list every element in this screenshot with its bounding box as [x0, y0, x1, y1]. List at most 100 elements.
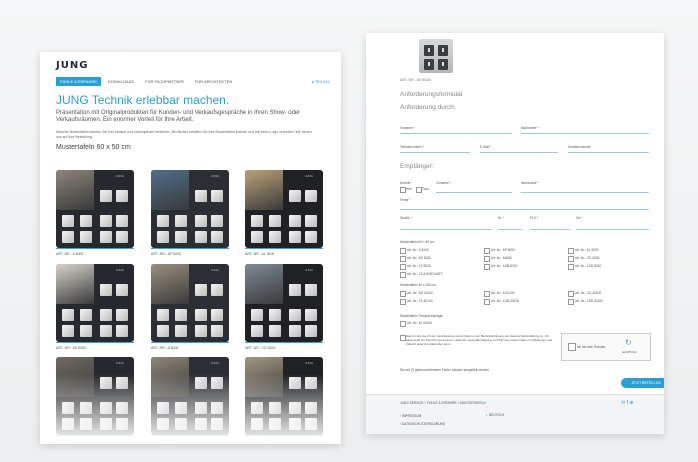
facebook-icon[interactable]: f: [627, 400, 628, 406]
order-checkbox[interactable]: [568, 264, 574, 270]
input-email[interactable]: [480, 152, 558, 153]
interior-photo: [151, 264, 189, 304]
product-image: JUNG: [56, 264, 134, 342]
order-checkbox-label: Art.-Nr.: AL 5000: [575, 248, 599, 252]
order-checkbox-label: Art.-Nr.: A5000: [491, 256, 512, 260]
product-art-number: ART.-NR.: CD 5000: [245, 346, 276, 350]
order-checkbox-label: Art.-Nr.: DI 40100: [407, 321, 432, 325]
order-checkbox[interactable]: [400, 272, 406, 278]
product-card[interactable]: JUNG ART.-NR.: AP 5000: [151, 170, 229, 256]
switch-sample: [211, 215, 223, 227]
submit-order-button[interactable]: JETZT BESTELLEN: [621, 378, 664, 388]
switch-sample: [116, 215, 128, 227]
order-checkbox[interactable]: [400, 256, 406, 262]
share-icon[interactable]: ⟲: [621, 400, 625, 406]
switch-sample: [211, 190, 223, 202]
group1-title: Mustertafeln 60 x 50 cm:: [400, 240, 435, 244]
input-telefon[interactable]: [400, 152, 470, 153]
product-brand-mark: JUNG: [304, 361, 313, 365]
request-by-heading: Anforderung durch:: [400, 104, 456, 111]
order-checkbox[interactable]: [568, 291, 574, 297]
switch-sample: [289, 309, 301, 321]
input-recipient-nachname[interactable]: [521, 192, 649, 193]
product-image: JUNG: [245, 264, 323, 342]
order-checkbox-label: Art.-Nr.: A 5000: [407, 248, 429, 252]
input-firma[interactable]: [400, 209, 649, 210]
order-checkbox[interactable]: [484, 299, 490, 305]
label-nachname: Nachname *: [521, 126, 539, 130]
product-page-preview: JUNG FÜHLE & ERFAHRE DOWNLOADS FÜR FACHP…: [40, 52, 341, 444]
label-herr: Herr: [406, 187, 413, 191]
language-selector[interactable]: ◐ DEUTSCH: [486, 413, 504, 417]
order-checkbox[interactable]: [400, 321, 406, 327]
switch-sample: [305, 325, 317, 337]
product-card[interactable]: JUNG ART.-NR.: CD 5000: [245, 264, 323, 350]
card-divider: [151, 248, 229, 249]
language-label: DEUTSCH: [488, 413, 505, 417]
order-checkbox[interactable]: [568, 299, 574, 305]
order-checkbox[interactable]: [484, 264, 490, 270]
switch-sample: [269, 309, 281, 321]
jung-logo[interactable]: JUNG: [56, 60, 88, 71]
recaptcha-label: Ich bin kein Roboter.: [577, 345, 607, 349]
switch-sample: [157, 231, 169, 243]
nav-tab-architekten[interactable]: FÜR ARCHITEKTEN: [191, 77, 236, 86]
order-checkbox[interactable]: [484, 248, 490, 254]
globe-icon[interactable]: ⊕: [629, 400, 633, 406]
product-image: JUNG: [151, 170, 229, 248]
switch-sample: [211, 309, 223, 321]
order-checkbox[interactable]: [484, 291, 490, 297]
input-nachname[interactable]: [521, 133, 649, 134]
footer-link-datenschutz-label: DATENSCHUTZERKLÄRUNG: [401, 422, 446, 426]
footer-link-datenschutz[interactable]: › DATENSCHUTZERKLÄRUNG: [400, 422, 445, 426]
share-link[interactable]: ▸ TEILEN: [312, 79, 329, 84]
switch-sample: [62, 215, 74, 227]
footer-link-impressum[interactable]: › IMPRESSUM: [400, 414, 421, 418]
stage: JUNG FÜHLE & ERFAHRE DOWNLOADS FÜR FACHP…: [0, 0, 698, 462]
nav-tab-fuehle-erfahre[interactable]: FÜHLE & ERFAHRE: [56, 76, 101, 86]
product-card[interactable]: JUNG ART.-NR.: A 5000: [56, 170, 134, 256]
switch-sample: [305, 284, 317, 296]
recaptcha-checkbox[interactable]: [568, 343, 576, 351]
product-card[interactable]: JUNG ART.-NR.: AS 5000: [56, 264, 134, 350]
order-checkbox[interactable]: [568, 256, 574, 262]
flag-icon: ◐: [486, 413, 488, 417]
label-email: E-Mail *: [480, 145, 492, 149]
order-checkbox[interactable]: [400, 299, 406, 305]
label-firma: Firma *: [400, 198, 411, 202]
input-strasse[interactable]: [400, 229, 492, 230]
footer-breadcrumb[interactable]: JUNG SERVICE > FÜHLE & ERFAHRE > MUSTERT…: [400, 401, 486, 405]
switch-sample: [62, 309, 74, 321]
order-checkbox[interactable]: [400, 264, 406, 270]
product-art-number: ART.-NR.: AS 5000: [56, 346, 86, 350]
label-plz: PLZ *: [530, 216, 538, 220]
section-title: Mustertafeln 60 x 50 cm: [56, 144, 131, 151]
switch-element: [438, 45, 448, 56]
order-checkbox[interactable]: [400, 248, 406, 254]
label-recipient-vorname: Vorname *: [436, 181, 451, 185]
input-nr[interactable]: [498, 229, 522, 230]
switch-sample: [195, 325, 207, 337]
door-intercom-device-image: [419, 39, 453, 73]
nav-tab-downloads[interactable]: DOWNLOADS: [104, 77, 138, 86]
product-card[interactable]: JUNG ART.-NR.: A 5000: [151, 264, 229, 350]
input-plz[interactable]: [530, 229, 570, 230]
product-brand-mark: JUNG: [210, 174, 219, 178]
product-card[interactable]: JUNG ART.-NR.: AL 5000: [245, 170, 323, 256]
product-brand-mark: JUNG: [210, 361, 219, 365]
input-recipient-vorname[interactable]: [436, 192, 512, 193]
input-kundennummer[interactable]: [568, 152, 649, 153]
switch-element: [438, 59, 448, 70]
nav-tab-fachpartner[interactable]: FÜR FACHPARTNER: [141, 77, 188, 86]
label-vorname: Vorname *: [400, 126, 415, 130]
input-vorname[interactable]: [400, 133, 512, 134]
switch-sample: [100, 190, 112, 202]
switch-sample: [251, 231, 263, 243]
input-ort[interactable]: [576, 229, 649, 230]
order-checkbox-label: Art.-Nr.: LSD 40100: [575, 299, 603, 303]
order-checkbox[interactable]: [400, 291, 406, 297]
order-checkbox[interactable]: [568, 248, 574, 254]
order-checkbox[interactable]: [484, 256, 490, 262]
order-form-page: ART.-NR.: DI 40100 Anforderungsformular …: [366, 33, 664, 434]
switch-sample: [116, 231, 128, 243]
